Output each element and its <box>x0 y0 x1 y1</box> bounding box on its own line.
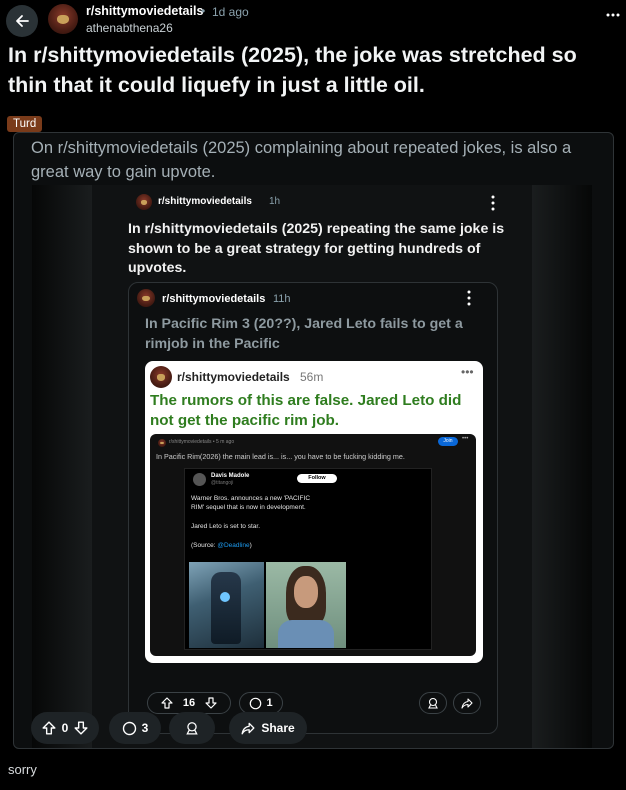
level2-title: In Pacific Rim 3 (20??), Jared Leto fail… <box>145 316 463 352</box>
downvote-icon <box>205 697 217 709</box>
post-title: In r/shittymoviedetails (2025), the joke… <box>8 43 577 97</box>
ellipsis-icon: ••• <box>462 436 469 442</box>
level3-title: The rumors of this are false. Jared Leto… <box>150 392 462 429</box>
tweet-author: Davis Madole <box>211 473 250 479</box>
subreddit-name[interactable]: r/shittymoviedetails <box>86 4 203 18</box>
upvote-icon[interactable] <box>42 721 56 735</box>
subreddit-avatar[interactable] <box>48 4 78 34</box>
ellipsis-icon: ••• <box>461 365 474 379</box>
post-action-bar: 0 3 Share <box>0 712 626 744</box>
award-button[interactable] <box>169 712 215 744</box>
level3-card: r/shittymoviedetails 56m ••• The rumors … <box>145 361 483 663</box>
username[interactable]: athenabthena26 <box>86 21 173 35</box>
tweet-follow-button: Follow <box>297 474 337 483</box>
tweet-embed: Davis Madole @titangoji Follow Warner Br… <box>184 468 432 650</box>
level4-title: In Pacific Rim(2026) the main lead is...… <box>156 452 405 461</box>
level2-share-pill <box>453 692 481 714</box>
robot-shape <box>211 572 241 644</box>
level2-vote-count: 16 <box>182 697 196 709</box>
actor-face <box>294 576 318 608</box>
comment-icon <box>250 697 262 709</box>
level2-card: r/shittymoviedetails 11h In Pacific Rim … <box>128 282 498 734</box>
level4-avatar <box>158 439 166 447</box>
level1-avatar <box>136 194 152 210</box>
vertical-ellipsis-icon <box>467 290 471 306</box>
tweet-source: (Source: @Deadline) <box>191 542 252 549</box>
vertical-ellipsis-icon <box>491 195 495 211</box>
ellipsis-icon <box>606 13 620 17</box>
level3-avatar <box>150 366 172 388</box>
comments-button[interactable]: 3 <box>109 712 161 744</box>
award-icon <box>428 697 438 709</box>
blur-left <box>32 185 92 748</box>
tweet-line-1: Warner Bros. announces a new 'PACIFIC <box>191 495 311 502</box>
tweet-source-suffix: ) <box>249 542 252 549</box>
vote-pill: 0 <box>31 712 99 744</box>
tweet-avatar <box>193 473 206 486</box>
tweet-image-robot <box>189 562 264 648</box>
tweet-source-prefix: (Source: <box>191 542 218 549</box>
screenshot-image: r/shittymoviedetails 1h In r/shittymovie… <box>32 185 592 748</box>
comment-icon <box>122 721 136 735</box>
level2-comment-pill: 1 <box>239 692 283 714</box>
level1-header: r/shittymoviedetails 1h <box>136 193 516 213</box>
level2-vote-pill: 16 <box>147 692 231 714</box>
level3-age: 56m <box>300 370 324 384</box>
tweet-source-link: @Deadline <box>217 542 250 549</box>
back-button[interactable] <box>6 5 38 37</box>
vote-count: 0 <box>61 721 69 735</box>
embedded-caption: On r/shittymoviedetails (2025) complaini… <box>31 139 572 181</box>
tweet-handle: @titangoji <box>211 480 234 486</box>
share-button[interactable]: Share <box>229 712 307 744</box>
top-bar: r/shittymoviedetails • 1d ago athenabthe… <box>0 0 626 40</box>
level2-subreddit: r/shittymoviedetails <box>162 293 266 305</box>
level1-subreddit: r/shittymoviedetails <box>158 196 252 207</box>
share-icon <box>241 722 255 735</box>
post-media-card[interactable]: On r/shittymoviedetails (2025) complaini… <box>13 132 614 749</box>
level4-join-button: Join <box>438 437 458 446</box>
post-flair[interactable]: Turd <box>7 116 43 132</box>
level1-title: In r/shittymoviedetails (2025) repeating… <box>128 221 505 276</box>
comment-count: 3 <box>141 721 149 735</box>
tweet-line-2: RIM' sequel that is now in development. <box>191 504 306 511</box>
level2-avatar <box>137 289 155 307</box>
level1-age: 1h <box>269 196 281 207</box>
share-label: Share <box>261 721 295 735</box>
tweet-image-actor <box>266 562 346 648</box>
separator-dot: • <box>201 4 206 18</box>
level2-award-pill <box>419 692 447 714</box>
blur-right <box>532 185 592 748</box>
level4-card: r/shittymoviedetails • 5 m ago Join ••• … <box>150 434 476 656</box>
share-icon <box>461 698 473 709</box>
level2-comment-count: 1 <box>266 697 273 709</box>
arrow-left-icon <box>16 15 29 27</box>
post-age: 1d ago <box>212 5 249 19</box>
robot-core <box>220 592 230 602</box>
level3-subreddit: r/shittymoviedetails <box>177 370 290 384</box>
downvote-icon[interactable] <box>74 721 88 735</box>
body-text: sorry <box>8 762 37 777</box>
overflow-menu-button[interactable] <box>604 6 622 24</box>
upvote-icon <box>161 697 173 709</box>
level2-age: 11h <box>273 293 291 305</box>
tweet-line-3: Jared Leto is set to star. <box>191 523 261 530</box>
level4-meta: r/shittymoviedetails • 5 m ago <box>169 439 235 445</box>
award-icon <box>186 722 198 735</box>
actor-shirt <box>278 620 334 648</box>
